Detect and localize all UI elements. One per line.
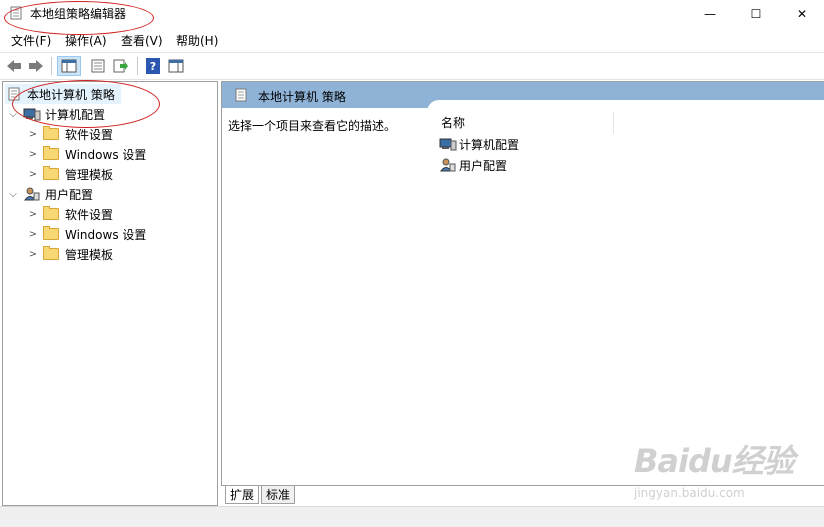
tab-label: 标准 <box>266 488 291 502</box>
user-icon <box>24 187 40 201</box>
folder-icon <box>43 246 59 260</box>
minimize-button[interactable]: — <box>687 0 733 28</box>
tree-item-label: Windows 设置 <box>65 147 147 162</box>
tree-item-user-config[interactable]: ⌵ 用户配置 <box>7 184 93 204</box>
chevron-right-icon[interactable]: > <box>27 249 39 260</box>
watermark-url: jingyan.baidu.com <box>634 486 745 500</box>
tree-root-label: 本地计算机 策略 <box>27 87 115 102</box>
tab-standard[interactable]: 标准 <box>261 486 296 504</box>
tree-item-label: 软件设置 <box>65 207 114 222</box>
maximize-icon: ☐ <box>750 7 762 21</box>
computer-icon <box>23 108 41 121</box>
folder-icon <box>43 226 59 240</box>
chevron-right-icon[interactable]: > <box>27 209 39 220</box>
policy-icon <box>235 88 247 102</box>
list-item-user-config[interactable]: 用户配置 <box>439 156 507 174</box>
minimize-icon: — <box>704 7 716 21</box>
toolbar: ? <box>0 52 824 80</box>
computer-icon <box>439 138 457 151</box>
policy-app-icon <box>10 6 22 20</box>
forward-button[interactable] <box>26 56 46 76</box>
toolbar-separator <box>51 57 52 75</box>
tree-item-computer-config[interactable]: ⌵ 计算机配置 <box>7 104 105 124</box>
watermark-logo: Baidu经验 <box>634 442 795 480</box>
policy-icon <box>8 87 20 101</box>
tree-item-label: 用户配置 <box>45 187 94 202</box>
chevron-down-icon[interactable]: ⌵ <box>7 109 19 120</box>
description-text: 选择一个项目来查看它的描述。 <box>228 119 397 133</box>
tab-label: 扩展 <box>230 488 255 502</box>
menu-help[interactable]: 帮助(H) <box>176 32 218 49</box>
tab-extended[interactable]: 扩展 <box>225 486 260 504</box>
properties-button[interactable] <box>88 56 108 76</box>
tree-item-label: 管理模板 <box>65 247 114 262</box>
tree-item-label: 计算机配置 <box>45 107 106 122</box>
folder-icon <box>43 166 59 180</box>
show-hide-tree-button[interactable] <box>57 56 81 76</box>
list-item-computer-config[interactable]: 计算机配置 <box>439 135 519 153</box>
tree-item-windows-settings[interactable]: > Windows 设置 <box>27 224 146 244</box>
toolbar-separator <box>137 57 138 75</box>
back-icon <box>7 60 21 72</box>
properties-icon <box>91 59 105 73</box>
tree-item-windows-settings[interactable]: > Windows 设置 <box>27 144 146 164</box>
menu-bar: 文件(F) 操作(A) 查看(V) 帮助(H) <box>0 30 824 50</box>
list-item-label: 用户配置 <box>459 158 508 173</box>
folder-icon <box>43 206 59 220</box>
export-list-button[interactable] <box>111 56 131 76</box>
details-title: 本地计算机 策略 <box>258 90 346 104</box>
action-pane-icon <box>168 59 184 73</box>
show-hide-tree-icon <box>61 59 77 73</box>
user-icon <box>440 158 456 172</box>
details-pane: 本地计算机 策略 选择一个项目来查看它的描述。 名称 计算机配置 用户配置 <box>221 81 824 486</box>
window-title: 本地组策略编辑器 <box>30 7 127 21</box>
tree-item-label: 软件设置 <box>65 127 114 142</box>
tree-item-label: 管理模板 <box>65 167 114 182</box>
tree-item-label: Windows 设置 <box>65 227 147 242</box>
menu-file[interactable]: 文件(F) <box>11 32 51 49</box>
chevron-right-icon[interactable]: > <box>27 129 39 140</box>
action-pane-button[interactable] <box>166 56 186 76</box>
export-list-icon <box>113 59 128 73</box>
close-icon: ✕ <box>796 7 808 21</box>
help-icon: ? <box>146 58 160 74</box>
chevron-right-icon[interactable]: > <box>27 229 39 240</box>
watermark: Baidu经验 jingyan.baidu.com <box>634 430 804 510</box>
back-button[interactable] <box>4 56 24 76</box>
help-button[interactable]: ? <box>143 56 163 76</box>
menu-view[interactable]: 查看(V) <box>121 32 163 49</box>
folder-icon <box>43 126 59 140</box>
column-separator[interactable] <box>613 112 614 134</box>
chevron-right-icon[interactable]: > <box>27 149 39 160</box>
close-button[interactable]: ✕ <box>779 0 824 28</box>
svg-text:?: ? <box>150 60 156 73</box>
tree-item-admin-templates[interactable]: > 管理模板 <box>27 244 113 264</box>
chevron-right-icon[interactable]: > <box>27 169 39 180</box>
tree-item-software-settings[interactable]: > 软件设置 <box>27 124 113 144</box>
header-notch <box>427 100 824 112</box>
forward-icon <box>29 60 43 72</box>
tree-pane: 本地计算机 策略 ⌵ 计算机配置 > 软件设置 > Windows 设置 > 管… <box>2 81 218 506</box>
folder-icon <box>43 146 59 160</box>
menu-action[interactable]: 操作(A) <box>65 32 107 49</box>
tree-item-admin-templates[interactable]: > 管理模板 <box>27 164 113 184</box>
title-bar: 本地组策略编辑器 — ☐ ✕ <box>0 0 824 28</box>
chevron-down-icon[interactable]: ⌵ <box>7 189 19 200</box>
tree-root[interactable]: 本地计算机 策略 <box>5 84 121 104</box>
tree-item-software-settings[interactable]: > 软件设置 <box>27 204 113 224</box>
list-item-label: 计算机配置 <box>459 137 520 152</box>
column-header-name[interactable]: 名称 <box>441 114 465 131</box>
maximize-button[interactable]: ☐ <box>733 0 779 28</box>
